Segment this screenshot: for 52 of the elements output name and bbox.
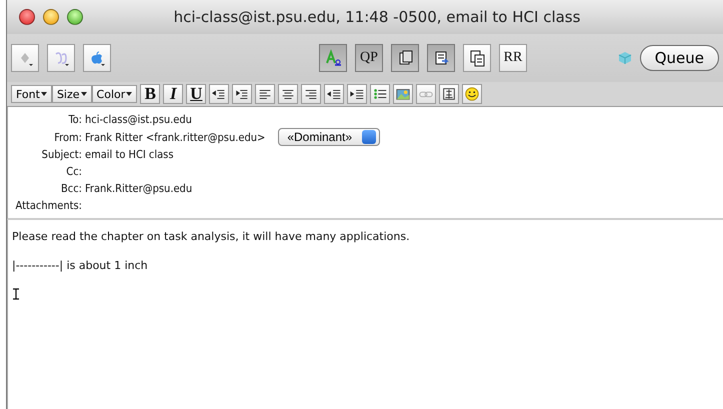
format-button[interactable]: B bbox=[140, 84, 160, 104]
format-button[interactable] bbox=[301, 84, 322, 104]
text-cursor-icon bbox=[12, 288, 20, 300]
format-menu[interactable]: Font bbox=[11, 85, 52, 103]
toolbar-button[interactable] bbox=[463, 44, 491, 72]
format-button[interactable]: I bbox=[163, 84, 184, 104]
ab-icon bbox=[324, 49, 342, 67]
queue-button[interactable]: Queue bbox=[640, 45, 719, 71]
field-label: Subject: bbox=[40, 148, 82, 161]
picture-icon bbox=[395, 86, 412, 102]
cube-icon bbox=[618, 51, 632, 65]
toolbar-button[interactable]: RR bbox=[499, 44, 527, 72]
field-value[interactable]: Frank.Ritter@psu.edu bbox=[85, 182, 192, 195]
toolbar-button[interactable]: QP bbox=[355, 44, 383, 72]
format-button[interactable] bbox=[232, 84, 252, 104]
format-menu[interactable]: Size bbox=[52, 85, 92, 103]
format-button[interactable]: U bbox=[186, 84, 206, 104]
zoom-button[interactable] bbox=[67, 9, 83, 25]
signature-popup[interactable]: «Dominant» bbox=[278, 128, 380, 146]
format-button[interactable] bbox=[439, 84, 460, 104]
format-button[interactable] bbox=[255, 84, 276, 104]
body-text: |-----------| is about 1 inch bbox=[12, 259, 149, 272]
caret-icon bbox=[80, 91, 87, 97]
message-body[interactable]: Please read the chapter on task analysis, it will have many applications. |-----------| is about 1 inch bbox=[7, 220, 723, 409]
caret-icon bbox=[40, 91, 47, 97]
format-button[interactable] bbox=[393, 84, 414, 104]
minimize-button[interactable] bbox=[43, 9, 59, 25]
format-menu[interactable]: Color bbox=[92, 85, 138, 103]
smiley-icon bbox=[464, 86, 480, 102]
format-button[interactable] bbox=[209, 84, 230, 104]
format-button[interactable] bbox=[370, 84, 390, 104]
format-button[interactable] bbox=[324, 84, 344, 104]
field-value[interactable]: email to HCI class bbox=[85, 148, 174, 161]
format-button[interactable] bbox=[278, 84, 298, 104]
field-value[interactable]: Frank Ritter <frank.ritter@psu.edu> bbox=[85, 130, 266, 144]
format-button[interactable] bbox=[462, 84, 482, 104]
field-label: Attachments: bbox=[14, 199, 82, 212]
toolbar-button[interactable] bbox=[427, 44, 455, 72]
list-icon bbox=[372, 86, 388, 102]
field-value[interactable]: hci-class@ist.psu.edu bbox=[85, 113, 192, 126]
close-button[interactable] bbox=[19, 9, 35, 25]
field-label: From: bbox=[53, 130, 82, 144]
field-label: Bcc: bbox=[60, 182, 82, 195]
stepper-icon bbox=[362, 130, 376, 144]
format-button[interactable] bbox=[347, 84, 368, 104]
copy-icon bbox=[468, 49, 486, 67]
field-label: To: bbox=[67, 113, 82, 126]
window-title: hci-class@ist.psu.edu, 11:48 -0500, email to HCI class bbox=[172, 8, 582, 26]
toolbar-button[interactable] bbox=[391, 44, 419, 72]
field-label: Cc: bbox=[65, 165, 82, 178]
body-text: Please read the chapter on task analysis, it will have many applications. bbox=[12, 230, 411, 243]
caret-icon bbox=[126, 91, 132, 97]
